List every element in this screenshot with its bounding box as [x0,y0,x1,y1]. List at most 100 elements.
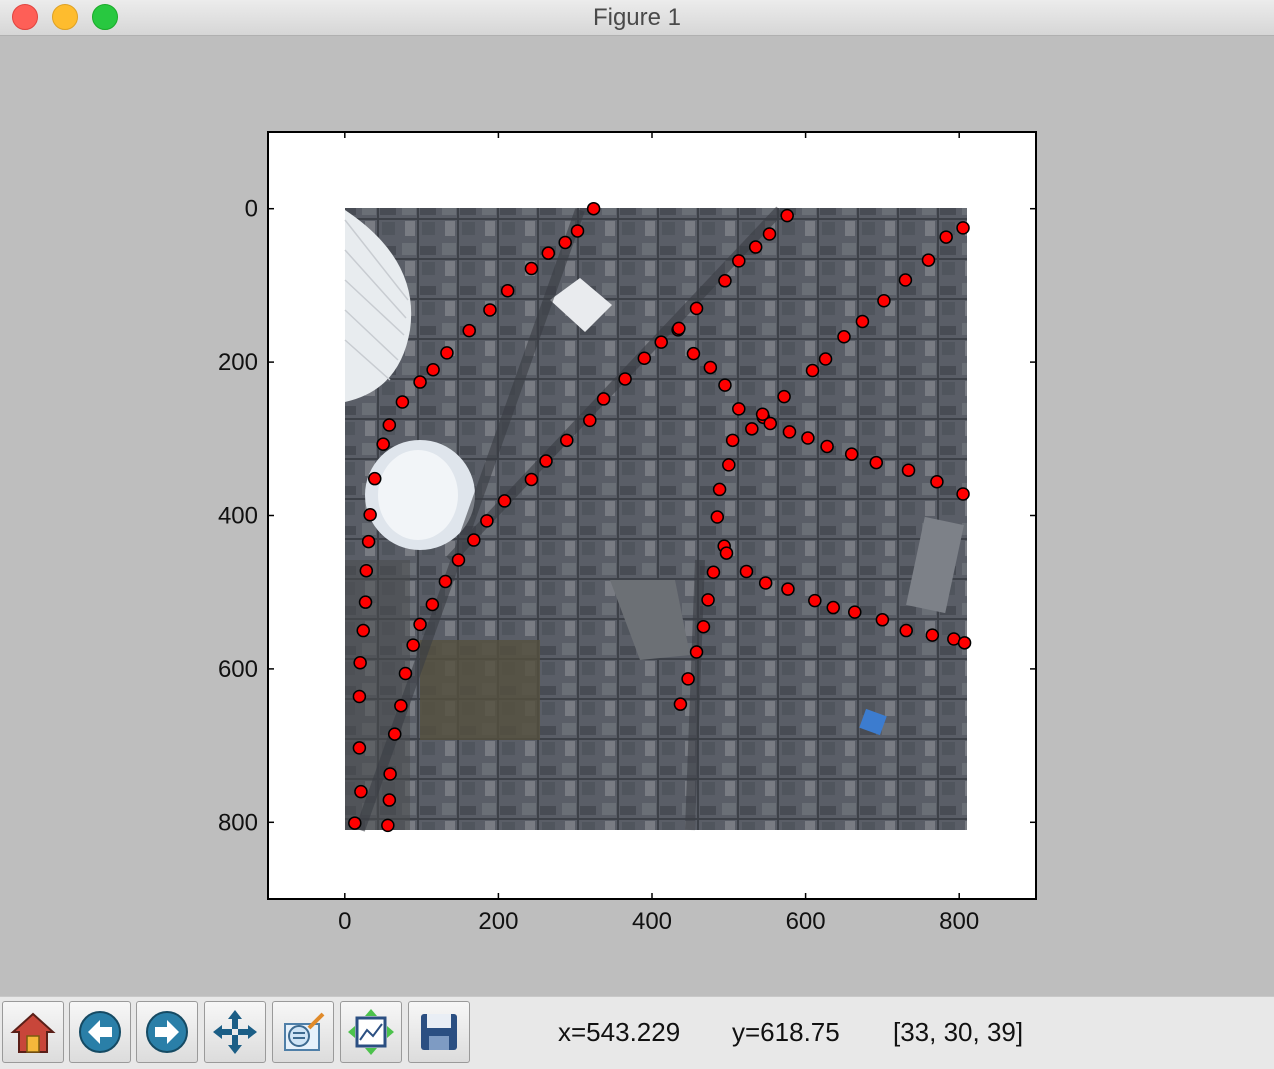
x-tick-label: 800 [939,908,979,935]
scatter-point [353,656,367,670]
scatter-point [956,221,970,235]
scatter-point [957,636,972,650]
forward-button[interactable] [136,1001,198,1063]
scatter-point [524,472,539,487]
scatter-point [583,413,597,428]
y-tick-label: 200 [218,349,258,376]
y-tick-label: 0 [245,196,258,223]
scatter-point [732,254,746,268]
scatter-point [805,363,820,378]
x-tick-label: 0 [338,908,351,935]
subplots-icon [348,1009,394,1055]
scatter-point [898,273,913,287]
scatter-point [701,593,715,607]
scatter-point [782,425,797,439]
y-tick-label: 600 [218,656,258,683]
pixel-value-readout: [33, 30, 39] [893,1017,1024,1047]
y-tick-label: 800 [218,809,258,836]
cursor-x-readout: x=543.229 [558,1017,681,1047]
scatter-point [826,600,840,615]
scatter-point [844,447,859,461]
zoom-button[interactable] [272,1001,334,1063]
scatter-point [368,471,382,486]
scatter-point [382,793,397,807]
scatter-point [875,613,890,627]
map-image [344,206,967,832]
scatter-point [352,741,367,755]
scatter-point [899,623,913,638]
scatter-point [777,389,791,404]
forward-arrow-icon [146,1011,188,1053]
scatter-point [762,227,777,241]
scatter-point [352,689,367,704]
scatter-point [718,378,732,392]
scatter-point [358,595,373,609]
scatter-point [413,617,427,632]
title-bar: Figure 1 [0,0,1274,36]
scatter-point [359,563,374,578]
scatter-point [440,346,454,360]
scatter-point [781,582,795,596]
scatter-point [558,235,572,250]
scatter-point [541,246,556,260]
scatter-point [818,352,833,366]
scatter-point [681,672,695,686]
x-tick-label: 200 [478,908,518,935]
scatter-point [354,784,368,799]
scatter-point [406,638,420,652]
floppy-disk-icon [421,1014,457,1050]
scatter-point [570,224,585,238]
scatter-point [855,314,870,329]
scatter-point [618,372,632,386]
back-button[interactable] [69,1001,131,1063]
scatter-point [837,330,851,344]
home-button[interactable] [2,1001,64,1063]
scatter-point [673,697,688,711]
scatter-point [921,253,936,267]
scatter-point [361,534,376,549]
subplots-button[interactable] [340,1001,402,1063]
scatter-point [398,666,413,681]
scatter-point [877,293,891,308]
scatter-point [395,395,410,409]
scatter-plot[interactable]: 0 200 400 600 800 0 200 400 600 800 [0,36,1274,996]
scatter-point [438,574,453,589]
scatter-point [480,514,494,528]
back-arrow-icon [79,1011,121,1053]
save-button[interactable] [408,1001,470,1063]
scatter-point [497,494,512,508]
scatter-point [956,487,970,501]
scatter-point [706,565,721,580]
home-icon [10,1012,56,1053]
scatter-point [758,576,773,590]
scatter-point [560,433,574,448]
scatter-point [820,439,834,454]
scatter-point [925,628,940,642]
y-tick-label: 400 [218,503,258,530]
scatter-point [348,816,362,830]
scatter-point [689,645,704,659]
scatter-point [381,818,395,833]
pan-button[interactable] [204,1001,266,1063]
scatter-point [748,240,763,254]
scatter-point [376,437,390,451]
scatter-point [719,546,734,560]
scatter-point [363,507,377,522]
scatter-point [637,351,652,366]
scatter-point [901,463,916,477]
scatter-point [596,392,611,406]
scatter-point [710,510,725,524]
scatter-point [848,605,862,619]
scatter-point [808,593,822,608]
scatter-point [672,321,686,336]
scatter-point [712,482,727,497]
scatter-point [467,533,481,547]
scatter-point [654,335,668,349]
scatter-point [718,274,732,288]
move-icon [213,1010,257,1054]
scatter-point [382,418,397,432]
x-tick-label: 400 [632,908,672,935]
scatter-point [524,261,539,276]
scatter-point [387,727,402,741]
scatter-point [763,416,778,431]
